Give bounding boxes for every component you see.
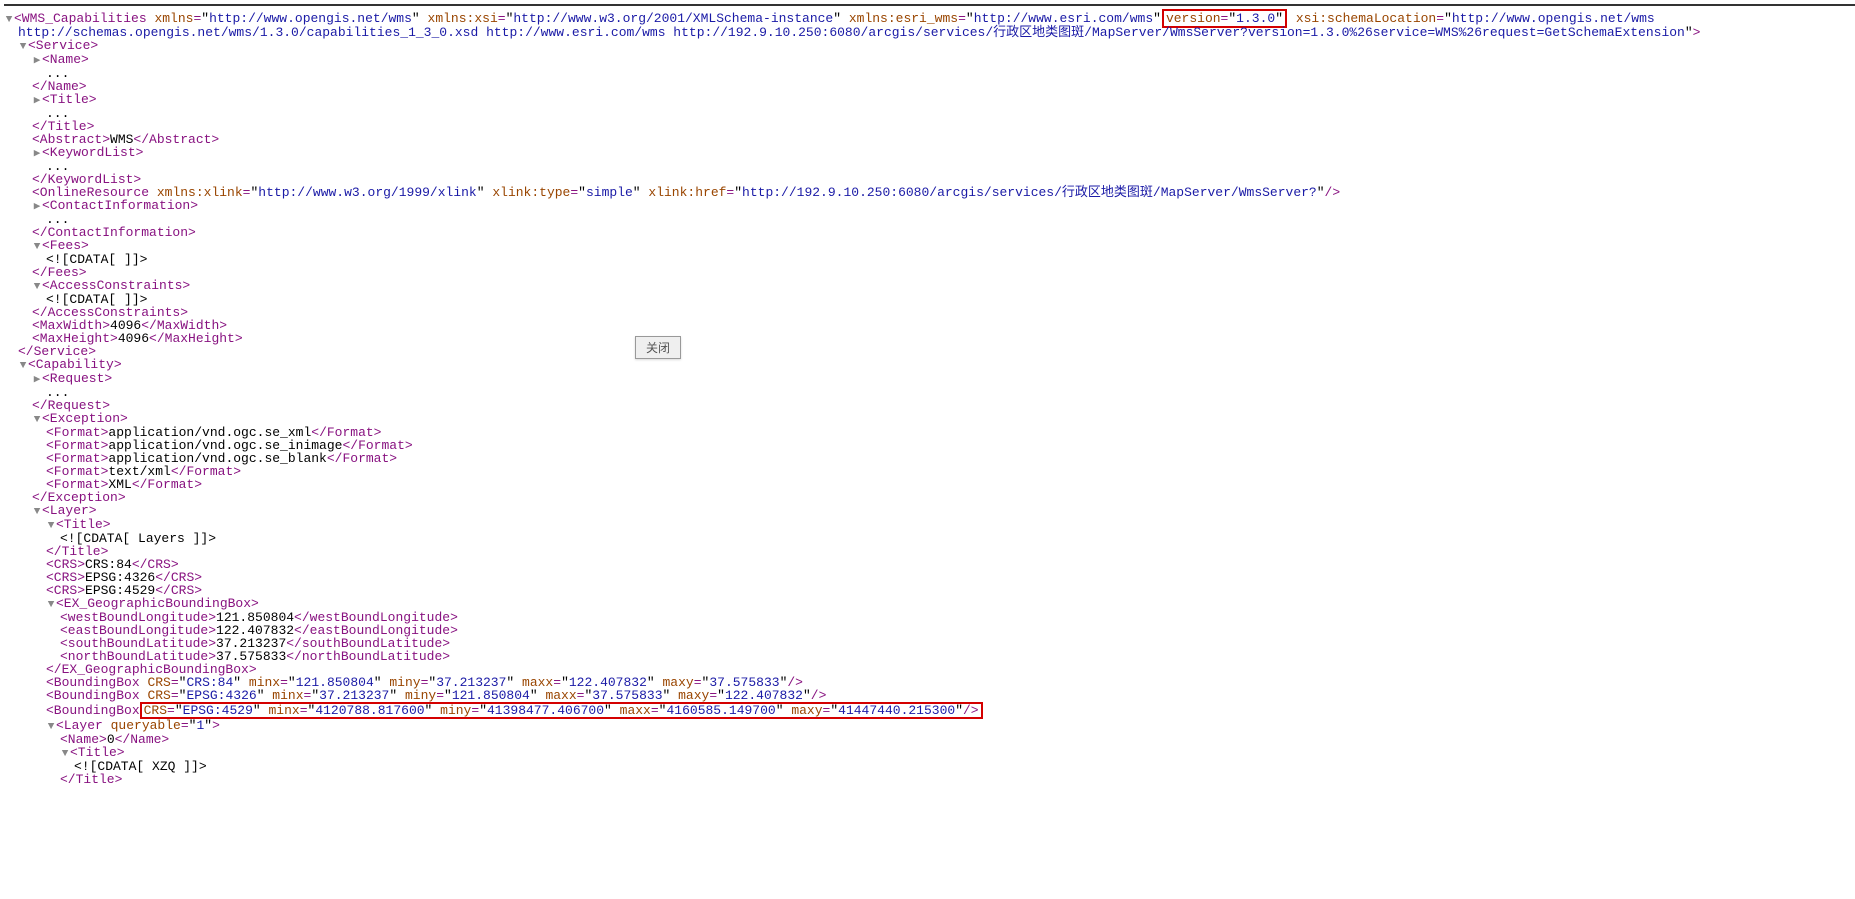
toggle-arrow[interactable] [4,15,14,26]
toggle-arrow[interactable] [46,521,56,532]
toggle-arrow[interactable] [32,56,42,67]
toggle-arrow[interactable] [18,361,28,372]
toggle-arrow[interactable] [32,375,42,386]
toggle-arrow[interactable] [32,149,42,160]
xml-tree: <WMS_Capabilities xmlns="http://www.open… [4,12,1855,786]
toggle-arrow[interactable] [60,749,70,760]
toggle-arrow[interactable] [32,242,42,253]
close-button[interactable]: 关闭 [635,336,681,359]
toggle-arrow[interactable] [18,42,28,53]
toggle-arrow[interactable] [32,415,42,426]
toggle-arrow[interactable] [46,600,56,611]
toggle-arrow[interactable] [32,202,42,213]
toggle-arrow[interactable] [32,96,42,107]
toggle-arrow[interactable] [46,722,56,733]
toggle-arrow[interactable] [32,282,42,293]
toggle-arrow[interactable] [32,507,42,518]
